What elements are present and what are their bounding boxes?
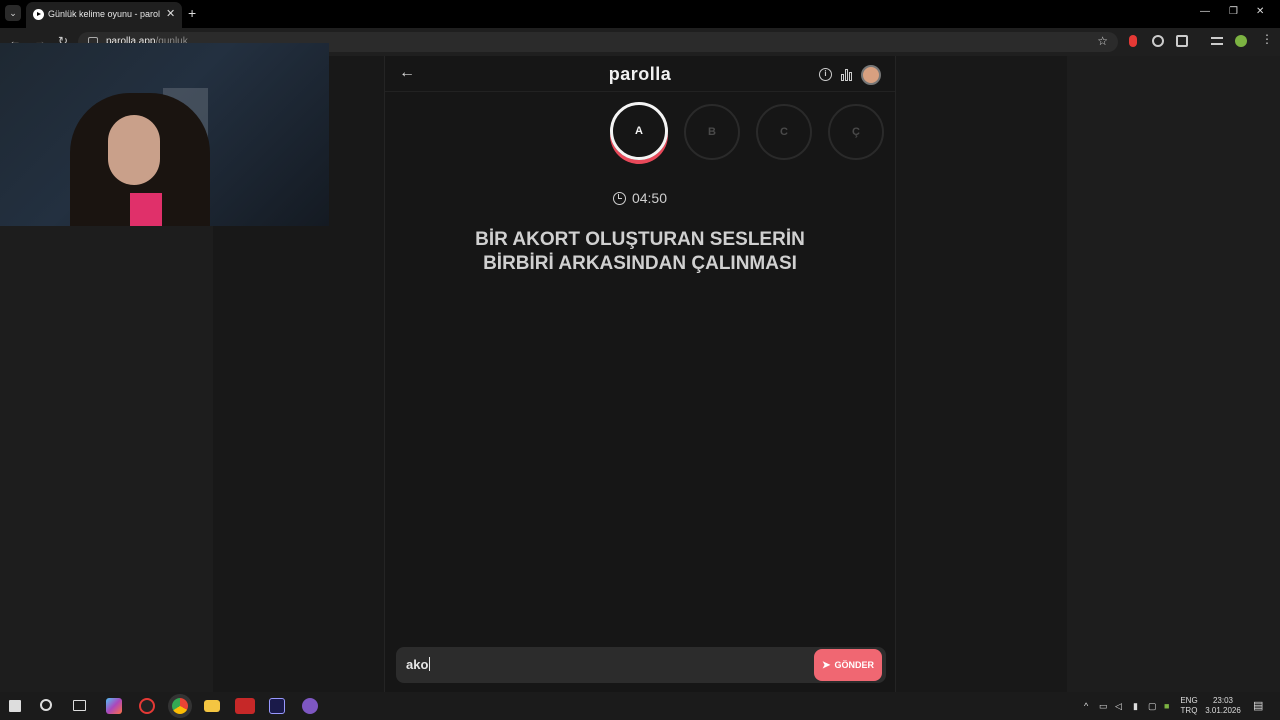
answer-input[interactable]: ako: [406, 657, 806, 672]
new-tab-plus-icon[interactable]: +: [188, 5, 196, 21]
copilot-icon[interactable]: [106, 698, 122, 714]
window-close-icon[interactable]: ✕: [1256, 6, 1264, 17]
premiere-pro-icon[interactable]: [269, 698, 285, 714]
parolla-favicon-icon: [33, 9, 44, 20]
messenger-icon[interactable]: [302, 698, 318, 714]
app-header: ← parolla i: [385, 56, 895, 92]
extension-circle-icon[interactable]: [1152, 35, 1164, 47]
info-icon[interactable]: i: [819, 68, 832, 81]
letter-circle-b: B: [684, 104, 740, 160]
profile-avatar-icon[interactable]: [1235, 35, 1247, 47]
restore-icon[interactable]: ❐: [1229, 6, 1238, 17]
app-red-circle-icon[interactable]: [139, 698, 155, 714]
tab-search-chevron-icon[interactable]: ⌄: [5, 5, 21, 21]
chrome-icon[interactable]: [172, 698, 188, 714]
webcam-overlay: [0, 43, 329, 226]
clock-icon: [612, 192, 626, 205]
send-paper-plane-icon: ➤: [822, 660, 831, 671]
windows-start-icon[interactable]: [9, 700, 21, 712]
stats-bar-chart-icon[interactable]: [841, 68, 854, 81]
minimize-icon[interactable]: —: [1200, 6, 1210, 17]
question-line-1: BİR AKORT OLUŞTURAN SESLERİN: [475, 229, 805, 250]
letter-circle-a: A: [610, 102, 668, 160]
browser-tab[interactable]: Günlük kelime oyunu - parolla ✕: [26, 2, 182, 28]
question-line-2: BİRBİRİ ARKASINDAN ÇALINMASI: [483, 253, 797, 274]
webcam-face: [108, 115, 160, 185]
extension-red-icon[interactable]: [1129, 35, 1137, 47]
media-queue-icon[interactable]: [1211, 37, 1223, 45]
letter-circle-c: C: [756, 104, 812, 160]
timer-value: 04:50: [631, 190, 668, 206]
language-top: ENG: [1180, 696, 1198, 705]
send-label: GÖNDER: [834, 660, 874, 670]
question-text: BİR AKORT OLUŞTURAN SESLERİN BİRBİRİ ARK…: [425, 228, 855, 276]
clock-date: 3.01.2026: [1205, 706, 1241, 715]
tab-title: Günlük kelime oyunu - parolla: [48, 9, 160, 19]
os-taskbar: ^ ▭ ◁ ▮ ▢ ■ ENG TRQ 23:03 3.01.2026 ▤: [0, 692, 1280, 720]
countdown-timer: 04:50: [385, 190, 895, 206]
user-avatar[interactable]: [861, 65, 881, 85]
notification-icon[interactable]: ▤: [1253, 699, 1263, 712]
bookmark-star-icon[interactable]: ☆: [1097, 34, 1108, 48]
file-explorer-icon[interactable]: [204, 700, 220, 712]
send-button[interactable]: ➤ GÖNDER: [814, 649, 882, 681]
answer-form: ako ➤ GÖNDER: [396, 647, 886, 683]
language-indicator[interactable]: ENG TRQ: [1178, 696, 1200, 716]
webcam-clothing: [130, 193, 162, 226]
volume-icon[interactable]: ◁: [1115, 701, 1122, 712]
network-icon[interactable]: ▢: [1148, 701, 1157, 712]
clock-area[interactable]: 23:03 3.01.2026: [1204, 696, 1242, 716]
tray-chevron-up-icon[interactable]: ^: [1084, 701, 1088, 711]
battery-icon[interactable]: ▭: [1099, 701, 1108, 712]
parolla-app: ← parolla i A B C Ç 04:50 BİR AKORT OLUŞ…: [384, 56, 896, 692]
letter-circle-c-cedilla: Ç: [828, 104, 884, 160]
more-menu-icon[interactable]: ⋮: [1261, 32, 1273, 46]
microphone-icon[interactable]: ▮: [1133, 701, 1138, 712]
app-tray-icon[interactable]: ■: [1164, 701, 1169, 711]
search-icon[interactable]: [40, 699, 52, 711]
language-bottom: TRQ: [1180, 706, 1198, 715]
tab-close-icon[interactable]: ✕: [166, 7, 175, 20]
task-view-icon[interactable]: [73, 700, 86, 711]
video-editor-icon[interactable]: [235, 698, 255, 714]
clock-time: 23:03: [1212, 696, 1234, 705]
extensions-puzzle-icon[interactable]: [1176, 35, 1188, 47]
browser-tabbar: ⌄ Günlük kelime oyunu - parolla ✕ + — ❐ …: [0, 0, 1280, 28]
